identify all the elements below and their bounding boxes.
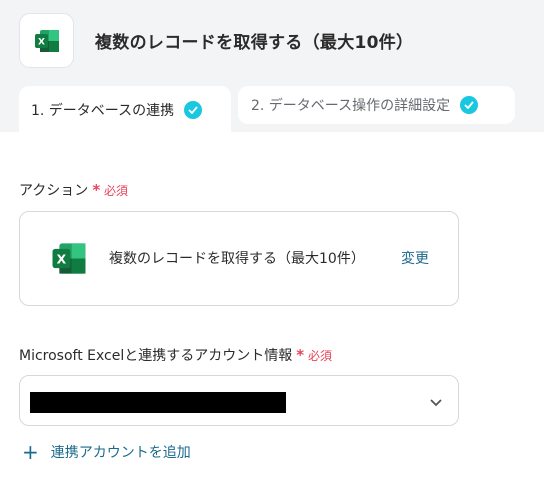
required-badge: * 必須 — [296, 346, 332, 364]
account-label: Microsoft Excelと連携するアカウント情報 * 必須 — [19, 345, 332, 365]
asterisk-icon: * — [296, 346, 305, 364]
redacted-account-value — [30, 392, 286, 413]
required-badge: * 必須 — [92, 181, 129, 199]
account-label-text: Microsoft Excelと連携するアカウント情報 — [19, 348, 293, 364]
tab-database-connection[interactable]: 1. データベースの連携 — [19, 86, 231, 133]
action-label-text: アクション — [19, 183, 89, 199]
svg-text:X: X — [57, 252, 67, 266]
excel-icon: X — [51, 242, 87, 279]
add-account-label: 連携アカウントを追加 — [50, 445, 191, 461]
tab-label: 1. データベースの連携 — [31, 102, 175, 119]
account-select[interactable] — [19, 375, 459, 426]
excel-icon: X — [34, 29, 59, 52]
action-label: アクション * 必須 — [19, 180, 128, 200]
excel-app-icon: X — [19, 13, 74, 68]
required-text: 必須 — [307, 349, 332, 363]
action-card: X 複数のレコードを取得する（最大10件） 変更 — [19, 211, 459, 306]
add-account-button[interactable]: + 連携アカウントを追加 — [22, 442, 191, 462]
selected-action-text: 複数のレコードを取得する（最大10件） — [109, 251, 365, 267]
tab-database-operation-settings[interactable]: 2. データベース操作の詳細設定 — [238, 86, 515, 124]
chevron-down-icon — [429, 394, 443, 413]
page-title: 複数のレコードを取得する（最大10件） — [95, 33, 414, 53]
page-header: X 複数のレコードを取得する（最大10件） — [0, 0, 544, 84]
check-circle-icon — [184, 100, 203, 119]
tab-label: 2. データベース操作の詳細設定 — [251, 98, 451, 114]
change-action-button[interactable]: 変更 — [401, 248, 429, 268]
required-text: 必須 — [104, 184, 129, 198]
plus-icon: + — [22, 440, 39, 464]
check-circle-icon — [460, 96, 479, 114]
asterisk-icon: * — [92, 181, 101, 199]
settings-panel: アクション * 必須 X 複数のレコードを取得する（最大10件） 変更 Micro… — [0, 132, 544, 480]
svg-text:X: X — [38, 37, 45, 47]
